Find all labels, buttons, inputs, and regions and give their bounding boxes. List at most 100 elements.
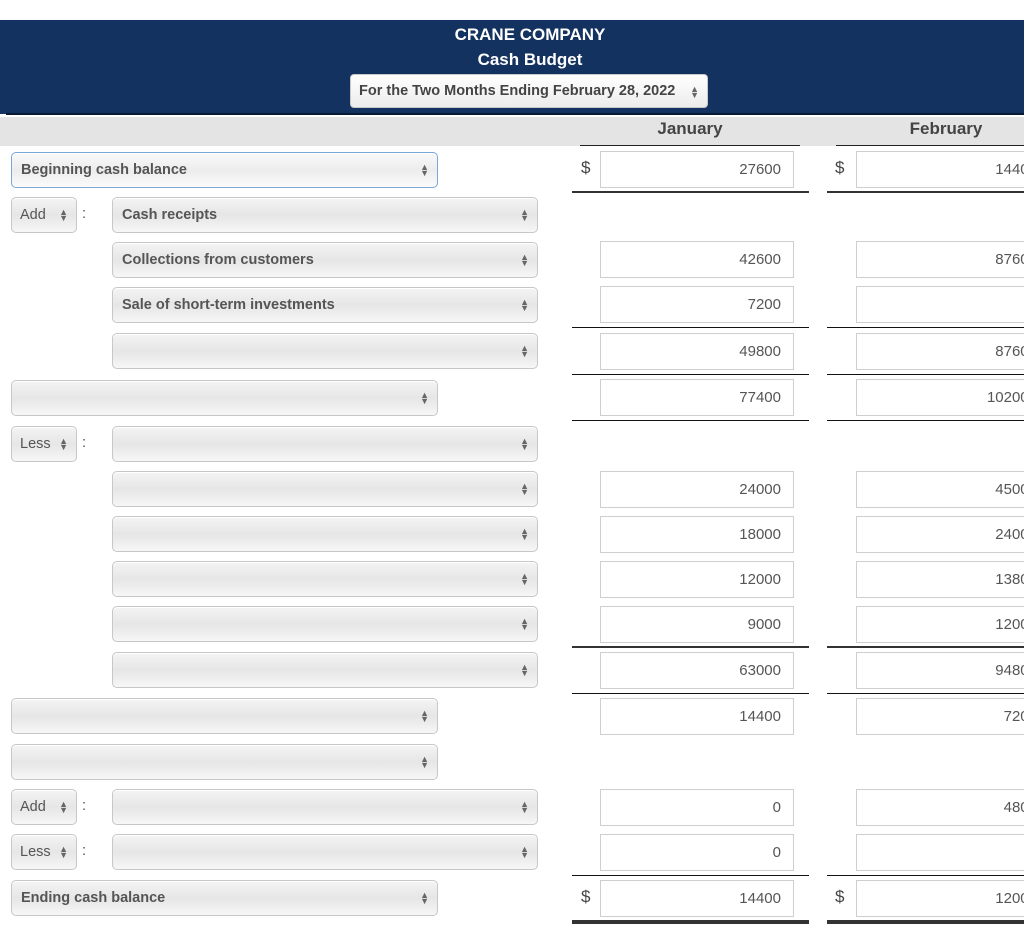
- underline: [827, 693, 1024, 694]
- colon: :: [82, 842, 87, 859]
- select-value: Add: [20, 799, 46, 815]
- total-available-select[interactable]: ▲ ▼: [11, 380, 438, 416]
- underline: [827, 646, 1024, 648]
- select-arrows-icon: ▲ ▼: [420, 754, 429, 770]
- excess-deficiency-select[interactable]: ▲ ▼: [11, 698, 438, 734]
- select-arrows-icon: ▲ ▼: [520, 436, 529, 452]
- total-receipts-jan-input[interactable]: 49800: [600, 333, 794, 370]
- disbursement-1-select[interactable]: ▲ ▼: [112, 471, 538, 507]
- disbursement-4-jan-input[interactable]: 9000: [600, 606, 794, 643]
- underline: [572, 420, 809, 421]
- underline: [572, 875, 809, 876]
- disbursement-1-jan-input[interactable]: 24000: [600, 471, 794, 508]
- select-value: Beginning cash balance: [21, 162, 187, 178]
- total-disbursements-feb-input[interactable]: 94800: [856, 652, 1024, 689]
- dollar-sign: $: [581, 158, 591, 177]
- select-arrows-icon: ▲ ▼: [520, 616, 529, 632]
- select-arrows-icon: ▲ ▼: [520, 297, 529, 313]
- disbursement-2-feb-input[interactable]: 24000: [856, 516, 1024, 553]
- select-arrows-icon: ▲ ▼: [59, 844, 68, 860]
- sale-investments-feb-input[interactable]: [856, 286, 1024, 323]
- excess-feb-input[interactable]: 7200: [856, 698, 1024, 735]
- total-available-feb-input[interactable]: 102000: [856, 379, 1024, 416]
- borrowing-feb-input[interactable]: 4800: [856, 789, 1024, 826]
- disbursement-1-feb-input[interactable]: 45000: [856, 471, 1024, 508]
- underline: [572, 646, 809, 648]
- select-arrows-icon: ▲ ▼: [520, 662, 529, 678]
- select-arrows-icon: ▲ ▼: [520, 526, 529, 542]
- borrowing-select[interactable]: ▲ ▼: [112, 789, 538, 825]
- period-select-value: For the Two Months Ending February 28, 2…: [359, 83, 676, 99]
- ending-cash-feb-input[interactable]: 12000: [856, 880, 1024, 917]
- cash-receipts-select[interactable]: Cash receipts ▲ ▼: [112, 197, 538, 233]
- header-divider: [6, 113, 1024, 115]
- disbursement-4-feb-input[interactable]: 12000: [856, 606, 1024, 643]
- disbursements-select[interactable]: ▲ ▼: [112, 426, 538, 462]
- disbursement-3-feb-input[interactable]: 13800: [856, 561, 1024, 598]
- dollar-sign: $: [581, 887, 591, 906]
- sale-investments-jan-input[interactable]: 7200: [600, 286, 794, 323]
- less-operator-select[interactable]: Less ▲ ▼: [11, 426, 77, 462]
- collections-select[interactable]: Collections from customers ▲ ▼: [112, 242, 538, 278]
- sale-investments-select[interactable]: Sale of short-term investments ▲ ▼: [112, 287, 538, 323]
- dollar-sign: $: [835, 887, 845, 906]
- colon: :: [82, 434, 87, 451]
- disbursement-4-select[interactable]: ▲ ▼: [112, 606, 538, 642]
- financing-select[interactable]: ▲ ▼: [11, 744, 438, 780]
- total-disbursements-jan-input[interactable]: 63000: [600, 652, 794, 689]
- beginning-cash-feb-input[interactable]: 14400: [856, 151, 1024, 188]
- add-operator-select[interactable]: Add ▲ ▼: [11, 197, 77, 233]
- select-arrows-icon: ▲ ▼: [520, 481, 529, 497]
- double-underline: [827, 920, 1024, 924]
- period-select[interactable]: For the Two Months Ending February 28, 2…: [350, 74, 708, 108]
- statement-title: Cash Budget: [477, 50, 583, 69]
- select-value: Collections from customers: [122, 252, 314, 268]
- select-arrows-icon: ▲ ▼: [59, 799, 68, 815]
- beginning-cash-jan-input[interactable]: 27600: [600, 151, 794, 188]
- select-value: Less: [20, 436, 51, 452]
- total-disbursements-select[interactable]: ▲ ▼: [112, 652, 538, 688]
- underline: [572, 327, 809, 328]
- select-arrows-icon: ▲ ▼: [59, 207, 68, 223]
- select-arrows-icon: ▲ ▼: [420, 708, 429, 724]
- repayment-feb-input[interactable]: [856, 834, 1024, 871]
- underline: [827, 191, 1024, 193]
- select-value: Ending cash balance: [21, 890, 166, 906]
- select-arrows-icon: ▲ ▼: [520, 252, 529, 268]
- dollar-sign: $: [835, 158, 845, 177]
- double-underline: [572, 920, 809, 924]
- column-header-january: January: [580, 119, 800, 146]
- disbursement-3-jan-input[interactable]: 12000: [600, 561, 794, 598]
- select-arrows-icon: ▲ ▼: [420, 162, 429, 178]
- select-value: Sale of short-term investments: [122, 297, 335, 313]
- disbursement-3-select[interactable]: ▲ ▼: [112, 561, 538, 597]
- repayment-select[interactable]: ▲ ▼: [112, 834, 538, 870]
- less-operator-select-2[interactable]: Less ▲ ▼: [11, 834, 77, 870]
- underline: [827, 327, 1024, 328]
- select-value: Add: [20, 207, 46, 223]
- beginning-cash-select[interactable]: Beginning cash balance ▲ ▼: [11, 152, 438, 188]
- borrowing-jan-input[interactable]: 0: [600, 789, 794, 826]
- underline: [827, 420, 1024, 421]
- add-operator-select-2[interactable]: Add ▲ ▼: [11, 789, 77, 825]
- cash-budget-page: CRANE COMPANY Cash Budget For the Two Mo…: [0, 0, 1024, 944]
- ending-cash-select[interactable]: Ending cash balance ▲ ▼: [11, 880, 438, 916]
- select-arrows-icon: ▲ ▼: [690, 84, 699, 100]
- collections-feb-input[interactable]: 87600: [856, 241, 1024, 278]
- underline: [827, 875, 1024, 876]
- colon: :: [82, 205, 87, 222]
- select-arrows-icon: ▲ ▼: [420, 890, 429, 906]
- company-name: CRANE COMPANY: [454, 25, 606, 44]
- total-receipts-select[interactable]: ▲ ▼: [112, 333, 538, 369]
- select-arrows-icon: ▲ ▼: [520, 207, 529, 223]
- collections-jan-input[interactable]: 42600: [600, 241, 794, 278]
- total-available-jan-input[interactable]: 77400: [600, 379, 794, 416]
- ending-cash-jan-input[interactable]: 14400: [600, 880, 794, 917]
- disbursement-2-select[interactable]: ▲ ▼: [112, 516, 538, 552]
- disbursement-2-jan-input[interactable]: 18000: [600, 516, 794, 553]
- repayment-jan-input[interactable]: 0: [600, 834, 794, 871]
- underline: [572, 191, 809, 193]
- select-value: Cash receipts: [122, 207, 218, 223]
- total-receipts-feb-input[interactable]: 87600: [856, 333, 1024, 370]
- excess-jan-input[interactable]: 14400: [600, 698, 794, 735]
